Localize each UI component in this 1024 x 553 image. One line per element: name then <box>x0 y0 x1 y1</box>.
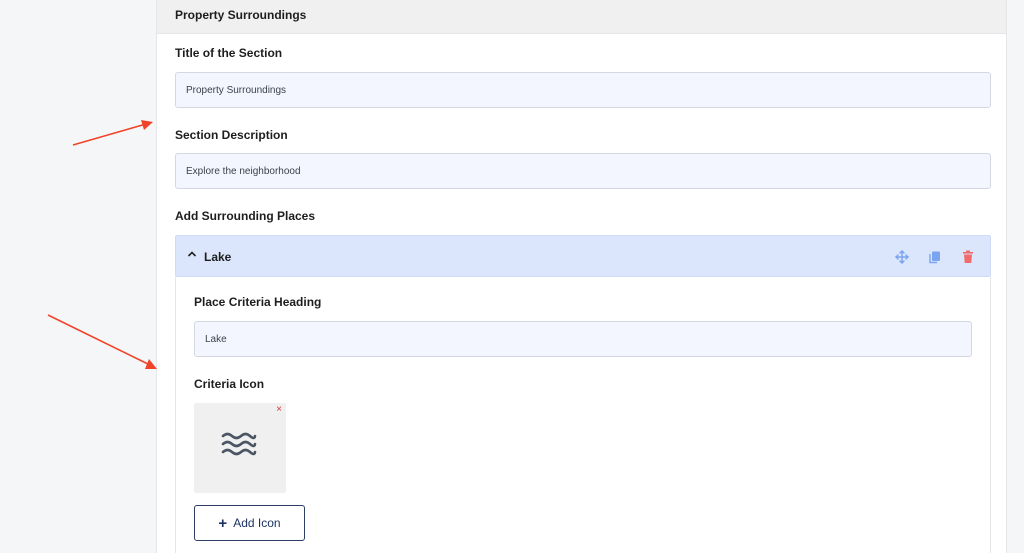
repeater-item-title: Lake <box>204 250 232 264</box>
remove-icon-button[interactable]: × <box>271 402 287 418</box>
settings-panel: Property Surroundings Title of the Secti… <box>156 0 1007 553</box>
criteria-icon-label: Criteria Icon <box>194 377 265 391</box>
annotation-arrow-bottom <box>47 314 151 366</box>
add-icon-button[interactable]: + Add Icon <box>194 505 305 541</box>
section-description-input[interactable] <box>175 153 991 189</box>
chevron-up-icon[interactable] <box>187 249 197 259</box>
panel-header: Property Surroundings <box>157 0 1006 34</box>
places-label: Add Surrounding Places <box>175 209 316 223</box>
annotation-arrow-top <box>72 123 147 146</box>
trash-icon[interactable] <box>960 249 976 265</box>
section-title-input[interactable] <box>175 72 991 108</box>
repeater-item-header[interactable]: Lake <box>175 235 991 277</box>
title-label: Title of the Section <box>175 46 283 60</box>
annotation-arrow-icons <box>47 120 157 369</box>
description-label: Section Description <box>175 128 288 142</box>
place-heading-input[interactable] <box>194 321 972 357</box>
move-icon[interactable] <box>894 249 910 265</box>
plus-icon: + <box>218 514 228 532</box>
add-icon-label: Add Icon <box>233 516 281 530</box>
duplicate-icon[interactable] <box>927 249 943 265</box>
heading-label: Place Criteria Heading <box>194 295 322 309</box>
waves-icon <box>221 432 257 456</box>
